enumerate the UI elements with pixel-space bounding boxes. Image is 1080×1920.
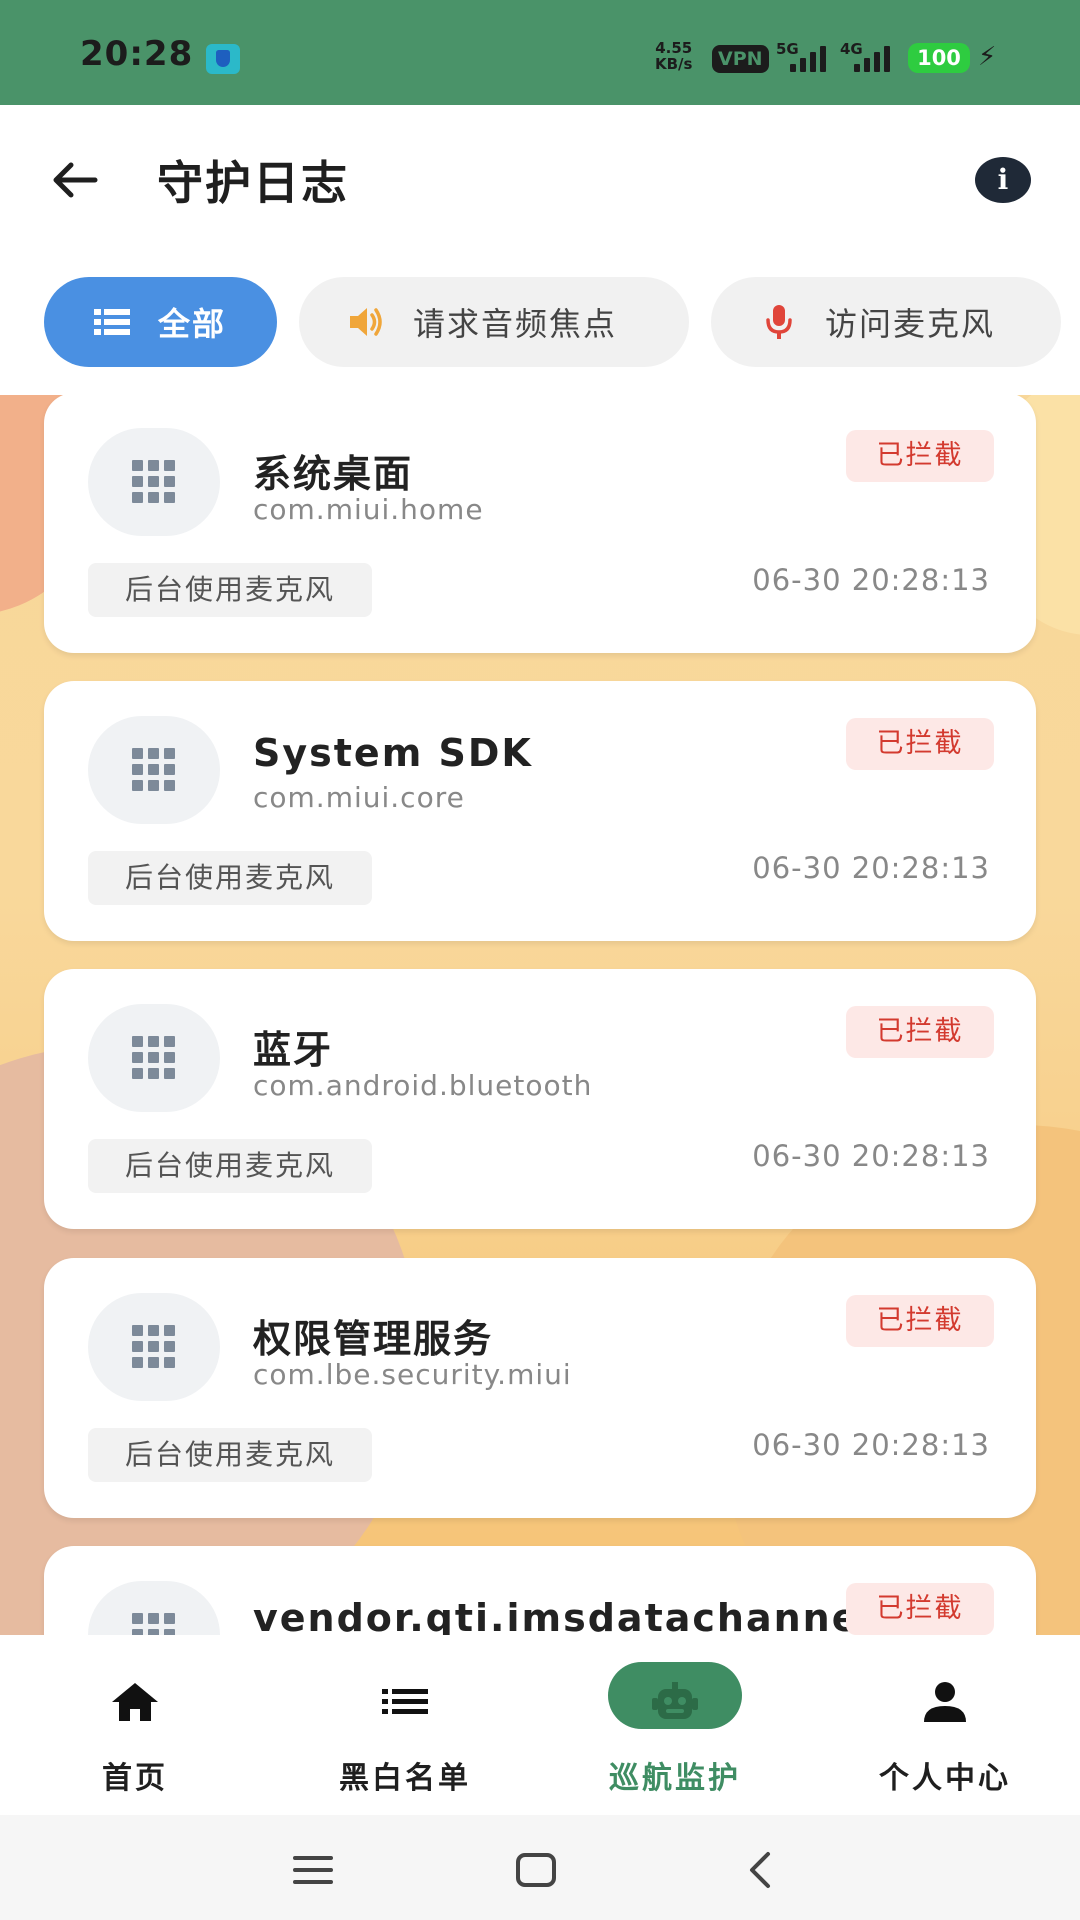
log-timestamp: 06-30 20:28:13 bbox=[752, 563, 990, 597]
net-speed: 4.55 KB/s bbox=[655, 40, 692, 72]
app-name: vendor.qti.imsdatachannel bbox=[253, 1596, 875, 1635]
square-icon bbox=[516, 1853, 556, 1887]
nav-blackwhite-list[interactable]: 黑白名单 bbox=[270, 1635, 540, 1815]
screen: 20:28 4.55 KB/s VPN 5G 4G 100 ⚡ 守护日志 i 全… bbox=[0, 0, 1080, 1920]
menu-button[interactable] bbox=[283, 1845, 343, 1895]
battery-level: 100 bbox=[908, 43, 970, 73]
signal-strength-icon bbox=[790, 44, 834, 72]
action-tag: 后台使用麦克风 bbox=[88, 851, 372, 905]
microphone-icon bbox=[759, 302, 799, 342]
action-tag: 后台使用麦克风 bbox=[88, 1139, 372, 1193]
nav-home[interactable]: 首页 bbox=[0, 1635, 270, 1815]
status-badge: 已拦截 bbox=[846, 1006, 994, 1058]
app-name: 权限管理服务 bbox=[253, 1317, 494, 1361]
filter-chip-label: 请求音频焦点 bbox=[413, 305, 618, 343]
grid-icon bbox=[132, 1613, 176, 1635]
list-icon bbox=[375, 1677, 435, 1727]
page-title: 守护日志 bbox=[157, 156, 349, 210]
status-bar: 20:28 4.55 KB/s VPN 5G 4G 100 ⚡ bbox=[0, 0, 1080, 105]
app-icon bbox=[88, 428, 220, 536]
app-icon bbox=[88, 1004, 220, 1112]
person-icon bbox=[915, 1677, 975, 1727]
app-icon bbox=[88, 1581, 220, 1635]
action-tag: 后台使用麦克风 bbox=[88, 1428, 372, 1482]
vpn-badge: VPN bbox=[712, 45, 769, 73]
app-icon bbox=[88, 716, 220, 824]
filter-chip-all[interactable]: 全部 bbox=[44, 277, 277, 367]
list-icon bbox=[92, 302, 132, 342]
bottom-navigation: 首页 黑白名单 巡航监护 个人中心 bbox=[0, 1635, 1080, 1815]
net-speed-unit: KB/s bbox=[655, 55, 693, 73]
package-name: com.lbe.security.miui bbox=[253, 1358, 572, 1391]
nav-label: 黑白名单 bbox=[339, 1761, 471, 1796]
action-tag: 后台使用麦克风 bbox=[88, 563, 372, 617]
arrow-left-icon bbox=[53, 162, 98, 198]
nav-cruise-monitor[interactable]: 巡航监护 bbox=[540, 1635, 810, 1815]
log-card[interactable]: System SDK com.miui.core 已拦截 后台使用麦克风 06-… bbox=[44, 681, 1036, 941]
net-speed-value: 4.55 bbox=[655, 39, 693, 57]
app-bar: 守护日志 i bbox=[0, 105, 1080, 255]
app-icon bbox=[88, 1293, 220, 1401]
nav-profile[interactable]: 个人中心 bbox=[810, 1635, 1080, 1815]
home-button[interactable] bbox=[506, 1845, 566, 1895]
package-name: com.android.bluetooth bbox=[253, 1069, 593, 1102]
grid-icon bbox=[132, 1036, 176, 1080]
log-timestamp: 06-30 20:28:13 bbox=[752, 1139, 990, 1173]
charging-icon: ⚡ bbox=[978, 42, 997, 72]
nav-label: 个人中心 bbox=[879, 1761, 1011, 1796]
nav-label: 首页 bbox=[102, 1761, 168, 1796]
app-name: 蓝牙 bbox=[253, 1028, 334, 1072]
log-timestamp: 06-30 20:28:13 bbox=[752, 851, 990, 885]
package-name: com.miui.core bbox=[253, 781, 465, 814]
status-badge: 已拦截 bbox=[846, 1295, 994, 1347]
filter-chip-audio-focus[interactable]: 请求音频焦点 bbox=[299, 277, 689, 367]
speaker-icon bbox=[347, 302, 387, 342]
info-button[interactable]: i bbox=[975, 157, 1031, 203]
shield-app-icon bbox=[206, 44, 240, 74]
log-card[interactable]: vendor.qti.imsdatachannel 已拦截 bbox=[44, 1546, 1036, 1635]
nav-label: 巡航监护 bbox=[609, 1761, 741, 1796]
filter-chip-label: 访问麦克风 bbox=[825, 305, 996, 343]
system-navigation-bar bbox=[0, 1815, 1080, 1920]
status-badge: 已拦截 bbox=[846, 718, 994, 770]
back-button[interactable] bbox=[40, 145, 110, 215]
log-list[interactable]: 系统桌面 com.miui.home 已拦截 后台使用麦克风 06-30 20:… bbox=[0, 395, 1080, 1635]
log-card[interactable]: 系统桌面 com.miui.home 已拦截 后台使用麦克风 06-30 20:… bbox=[44, 395, 1036, 653]
log-card[interactable]: 权限管理服务 com.lbe.security.miui 已拦截 后台使用麦克风… bbox=[44, 1258, 1036, 1518]
status-badge: 已拦截 bbox=[846, 1583, 994, 1635]
app-name: 系统桌面 bbox=[253, 452, 414, 496]
back-system-button[interactable] bbox=[730, 1845, 790, 1895]
log-card[interactable]: 蓝牙 com.android.bluetooth 已拦截 后台使用麦克风 06-… bbox=[44, 969, 1036, 1229]
grid-icon bbox=[132, 1325, 176, 1369]
home-icon bbox=[105, 1677, 165, 1727]
status-badge: 已拦截 bbox=[846, 430, 994, 482]
info-icon: i bbox=[997, 163, 1009, 196]
log-timestamp: 06-30 20:28:13 bbox=[752, 1428, 990, 1462]
status-time: 20:28 bbox=[80, 34, 194, 74]
signal-strength-icon bbox=[854, 44, 898, 72]
app-name: System SDK bbox=[253, 731, 533, 775]
filter-chip-label: 全部 bbox=[158, 305, 227, 343]
package-name: com.miui.home bbox=[253, 493, 484, 526]
filter-chips: 全部 请求音频焦点 访问麦克风 bbox=[0, 255, 1080, 395]
grid-icon bbox=[132, 748, 176, 792]
robot-icon bbox=[645, 1677, 705, 1727]
filter-chip-microphone[interactable]: 访问麦克风 bbox=[711, 277, 1061, 367]
chevron-left-icon bbox=[750, 1852, 770, 1888]
grid-icon bbox=[132, 460, 176, 504]
menu-icon bbox=[293, 1856, 333, 1884]
